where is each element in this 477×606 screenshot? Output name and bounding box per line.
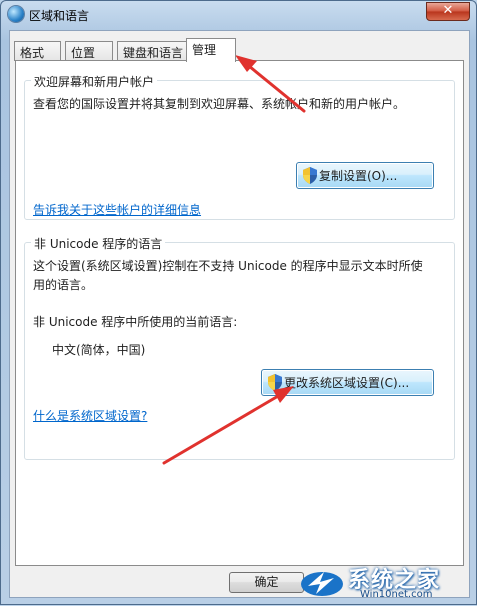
window-title: 区域和语言 bbox=[29, 9, 90, 23]
uac-shield-icon bbox=[268, 374, 282, 391]
tab-keyboards-languages[interactable]: 键盘和语言 bbox=[117, 41, 190, 61]
non-unicode-description-line2: 用的语言。 bbox=[33, 278, 94, 292]
copy-settings-button[interactable]: 复制设置(O)... bbox=[296, 162, 434, 189]
non-unicode-group: 非 Unicode 程序的语言 这个设置(系统区域设置)控制在不支持 Unico… bbox=[24, 235, 455, 460]
globe-icon bbox=[8, 6, 24, 22]
title-bar[interactable]: 区域和语言 ✕ bbox=[1, 1, 476, 29]
copy-settings-label: 复制设置(O)... bbox=[319, 169, 398, 183]
current-language-value: 中文(简体，中国) bbox=[52, 343, 146, 357]
watermark-subtext: Win10net.com bbox=[360, 589, 433, 600]
welcome-group: 欢迎屏幕和新用户帐户 查看您的国际设置并将其复制到欢迎屏幕、系统帐户和新的用户帐… bbox=[24, 73, 455, 220]
ok-button[interactable]: 确定 bbox=[229, 572, 304, 593]
change-system-locale-button[interactable]: 更改系统区域设置(C)... bbox=[261, 369, 434, 396]
uac-shield-icon bbox=[303, 167, 317, 184]
tab-formats[interactable]: 格式 bbox=[14, 41, 61, 61]
tab-location[interactable]: 位置 bbox=[65, 41, 113, 61]
welcome-description: 查看您的国际设置并将其复制到欢迎屏幕、系统帐户和新的用户帐户。 bbox=[33, 97, 406, 111]
change-system-locale-label: 更改系统区域设置(C)... bbox=[284, 376, 410, 390]
close-button[interactable]: ✕ bbox=[426, 2, 470, 21]
welcome-accounts-link[interactable]: 告诉我关于这些帐户的详细信息 bbox=[33, 201, 201, 218]
tab-administrative[interactable]: 管理 bbox=[186, 38, 236, 62]
watermark-logo-icon bbox=[301, 572, 343, 596]
non-unicode-description-line1: 这个设置(系统区域设置)控制在不支持 Unicode 的程序中显示文本时所使 bbox=[33, 259, 423, 273]
non-unicode-group-title: 非 Unicode 程序的语言 bbox=[31, 235, 166, 252]
welcome-group-title: 欢迎屏幕和新用户帐户 bbox=[31, 73, 158, 90]
window: 区域和语言 ✕ 格式 位置 键盘和语言 管理 欢迎屏幕和新用户帐户 查看您的国际… bbox=[0, 0, 477, 605]
system-locale-help-link[interactable]: 什么是系统区域设置? bbox=[33, 407, 147, 424]
administrative-panel: 欢迎屏幕和新用户帐户 查看您的国际设置并将其复制到欢迎屏幕、系统帐户和新的用户帐… bbox=[15, 60, 464, 566]
current-language-label: 非 Unicode 程序中所使用的当前语言: bbox=[33, 315, 238, 329]
watermark: 系统之家 Win10net.com bbox=[300, 562, 470, 602]
dialog-body: 格式 位置 键盘和语言 管理 欢迎屏幕和新用户帐户 查看您的国际设置并将其复制到… bbox=[9, 30, 470, 598]
